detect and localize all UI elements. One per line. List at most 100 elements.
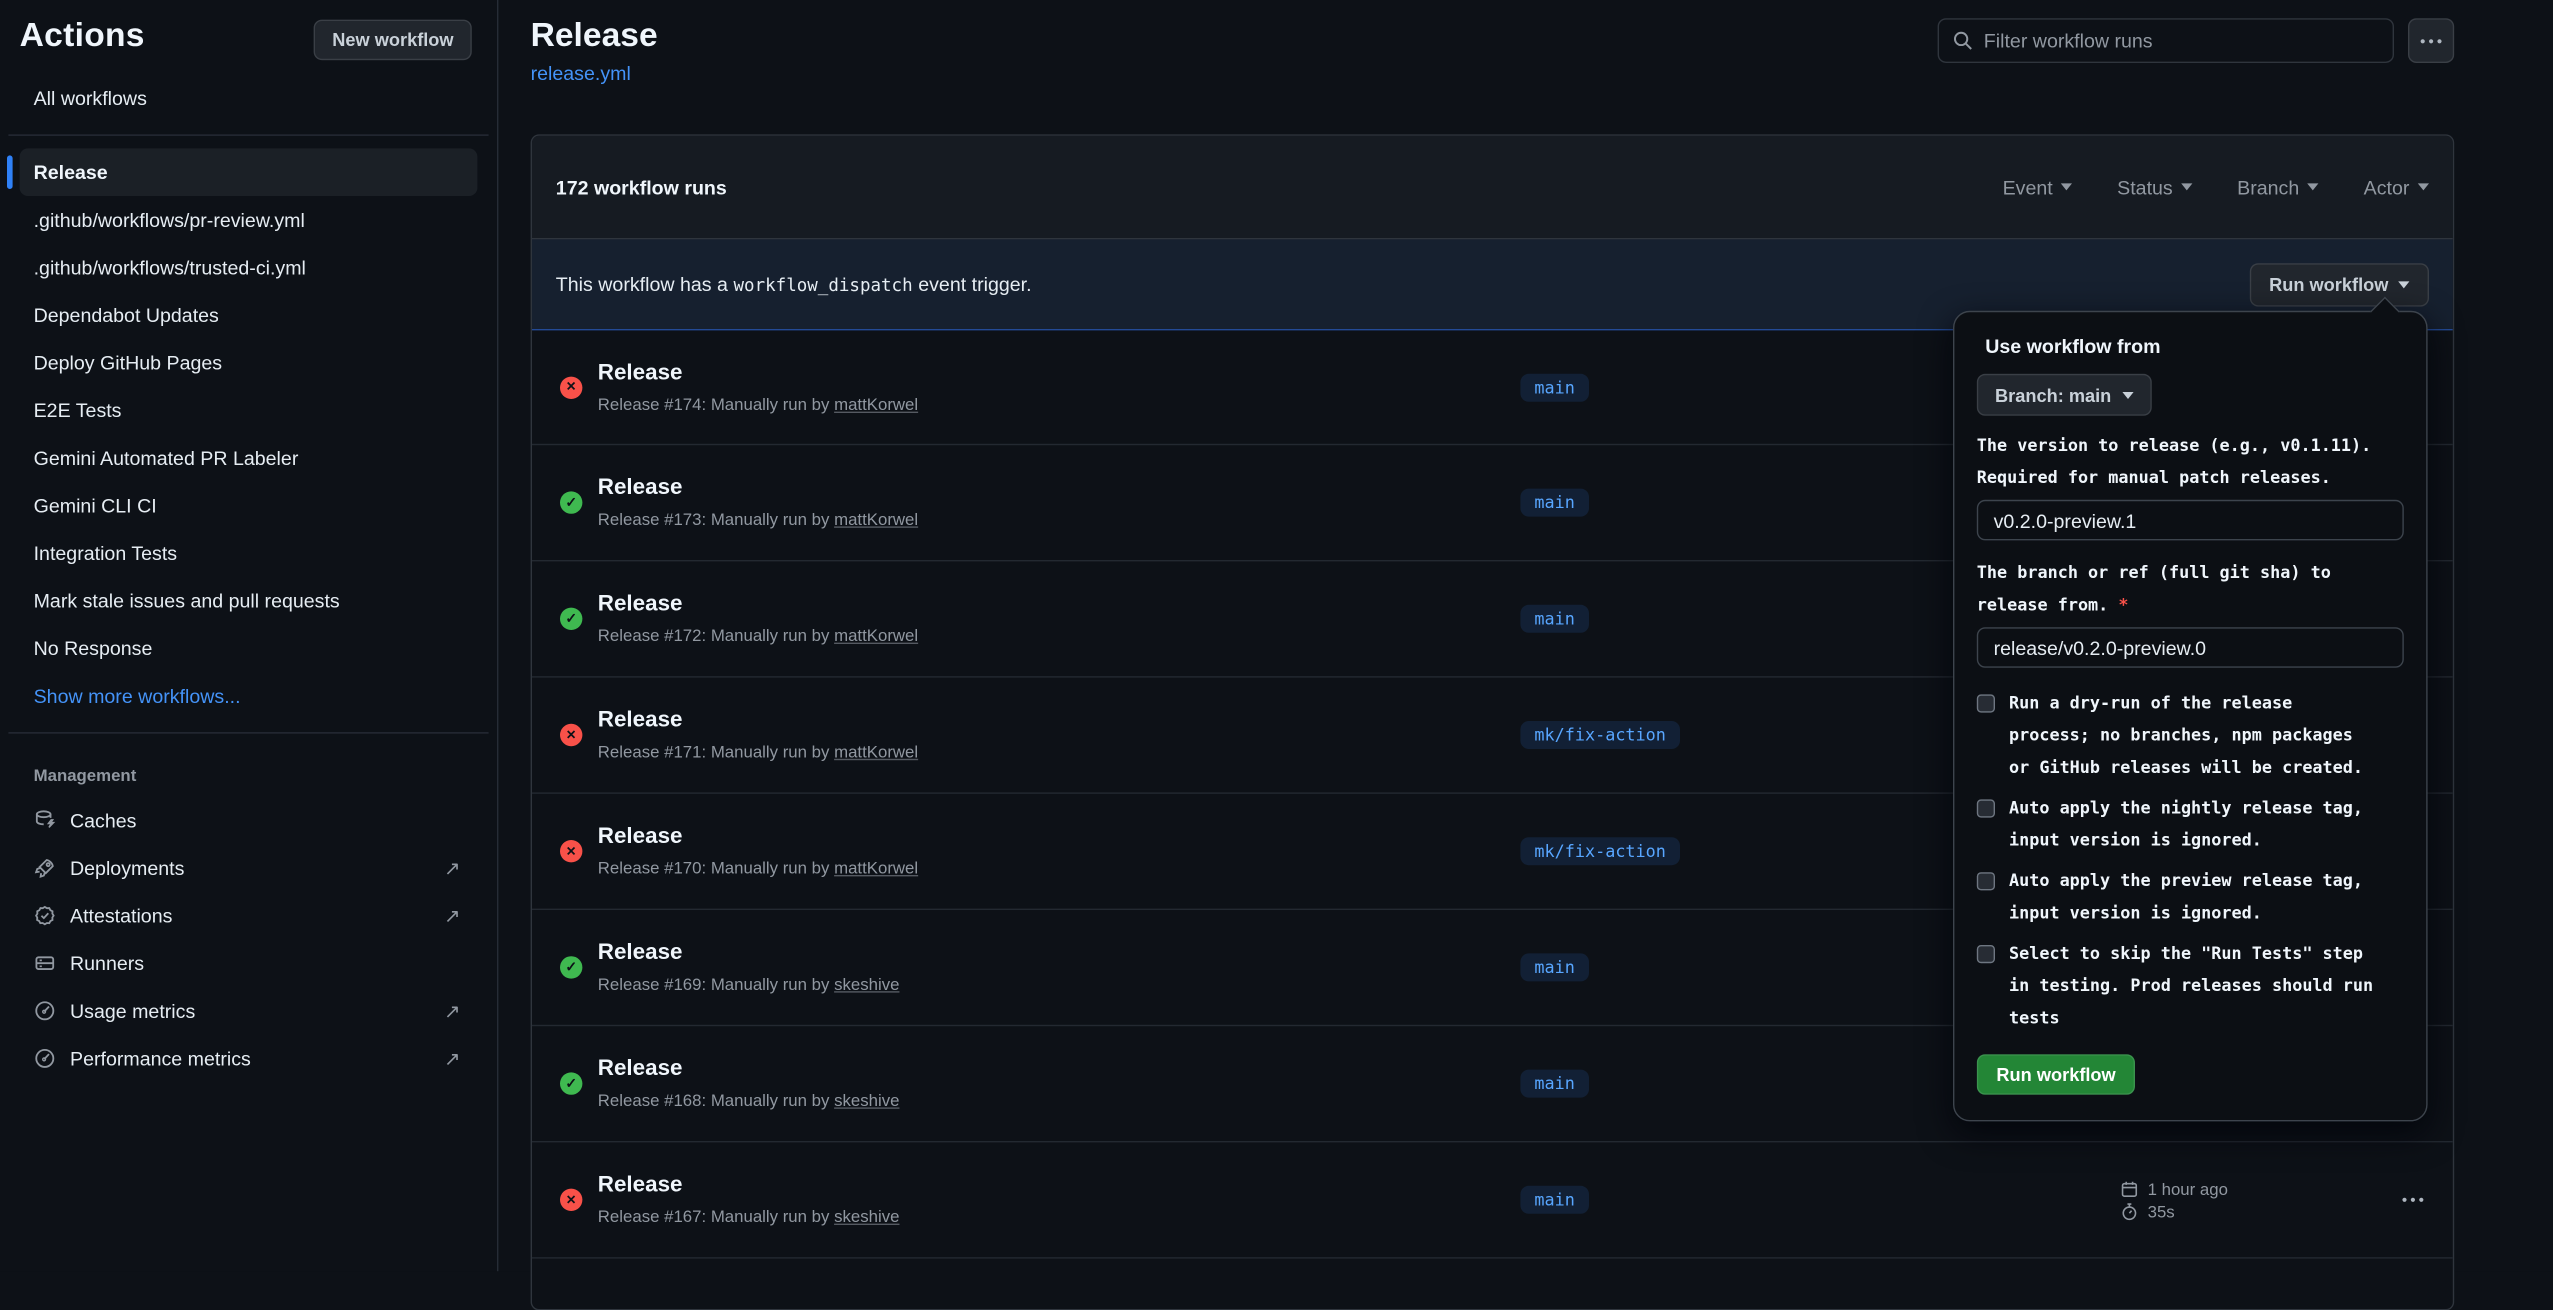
run-title-link[interactable]: Release <box>598 1173 683 1197</box>
sidebar-item-integration-tests[interactable]: Integration Tests <box>20 529 478 577</box>
actor-filter-dropdown[interactable]: Actor <box>2364 176 2429 198</box>
preview-tag-label: Auto apply the preview release tag, inpu… <box>2009 865 2363 929</box>
run-title-link[interactable]: Release <box>598 708 683 732</box>
sidebar-item-gemini-cli-ci[interactable]: Gemini CLI CI <box>20 482 478 530</box>
branch-label[interactable]: main <box>1520 605 1588 633</box>
sidebar-item-performance-metrics[interactable]: Performance metrics ↗ <box>20 1035 478 1083</box>
skip-tests-checkbox[interactable] <box>1977 945 1995 963</box>
sidebar-item-attestations[interactable]: Attestations ↗ <box>20 892 478 940</box>
chevron-down-icon <box>2181 183 2192 190</box>
branch-label[interactable]: main <box>1520 953 1588 981</box>
run-duration-label: 35s <box>2148 1201 2175 1221</box>
run-actor-link[interactable]: mattKorwel <box>834 626 918 646</box>
status-icon <box>560 840 582 862</box>
run-title-link[interactable]: Release <box>598 592 683 616</box>
run-actor-link[interactable]: skeshive <box>834 1091 899 1111</box>
run-workflow-dropdown-button[interactable]: Run workflow <box>2249 263 2429 306</box>
run-title-link[interactable]: Release <box>598 825 683 849</box>
run-actor-link[interactable]: mattKorwel <box>834 742 918 762</box>
dry-run-label: Run a dry-run of the release process; no… <box>2009 687 2363 784</box>
run-actor-link[interactable]: mattKorwel <box>834 510 918 530</box>
nightly-tag-option: Auto apply the nightly release tag, inpu… <box>1977 792 2404 856</box>
sidebar-divider <box>8 134 488 135</box>
run-actor-link[interactable]: mattKorwel <box>834 858 918 878</box>
dry-run-option: Run a dry-run of the release process; no… <box>1977 687 2404 784</box>
sidebar-item-label: Usage metrics <box>70 1000 195 1022</box>
run-title-link[interactable]: Release <box>598 1057 683 1081</box>
sidebar-item-label: Attestations <box>70 904 172 926</box>
sidebar-divider <box>8 732 488 733</box>
run-actor-link[interactable]: mattKorwel <box>834 394 918 414</box>
show-more-workflows-link[interactable]: Show more workflows... <box>20 672 478 720</box>
chevron-down-icon <box>2308 183 2319 190</box>
sidebar-item-runners[interactable]: Runners <box>20 939 478 987</box>
filter-workflow-runs-input[interactable] <box>1938 18 2394 63</box>
sidebar-item-trusted-ci[interactable]: .github/workflows/trusted-ci.yml <box>20 244 478 292</box>
run-subtitle: Release #174: Manually run by mattKorwel <box>598 394 918 414</box>
run-workflow-submit-button[interactable]: Run workflow <box>1977 1054 2136 1095</box>
sidebar-item-no-response[interactable]: No Response <box>20 624 478 672</box>
server-icon <box>34 952 56 974</box>
dry-run-checkbox[interactable] <box>1977 694 1995 712</box>
sidebar-item-mark-stale[interactable]: Mark stale issues and pull requests <box>20 577 478 625</box>
nightly-tag-checkbox[interactable] <box>1977 799 1995 817</box>
sidebar-item-deploy-github-pages[interactable]: Deploy GitHub Pages <box>20 339 478 387</box>
sidebar-item-dependabot-updates[interactable]: Dependabot Updates <box>20 291 478 339</box>
version-input-description: The version to release (e.g., v0.1.11). … <box>1977 430 2404 494</box>
ref-input[interactable] <box>1977 627 2404 668</box>
workflow-run-row: Release Release #167: Manually run by sk… <box>532 1142 2453 1258</box>
dispatch-banner-text: This workflow has aworkflow_dispatcheven… <box>556 273 1032 295</box>
branch-filter-dropdown[interactable]: Branch <box>2237 176 2319 198</box>
branch-label[interactable]: main <box>1520 373 1588 401</box>
status-icon <box>560 608 582 630</box>
run-title-link[interactable]: Release <box>598 361 683 385</box>
run-actor-link[interactable]: skeshive <box>834 974 899 994</box>
verified-badge-icon <box>34 904 56 926</box>
nightly-tag-label: Auto apply the nightly release tag, inpu… <box>2009 792 2363 856</box>
branch-selector-button[interactable]: Branch: main <box>1977 374 2152 416</box>
sidebar-item-caches[interactable]: Caches <box>20 797 478 845</box>
branch-label[interactable]: main <box>1520 1186 1588 1214</box>
search-icon <box>1952 29 1974 51</box>
branch-label[interactable]: mk/fix-action <box>1520 721 1679 749</box>
sidebar-item-all-workflows[interactable]: All workflows <box>20 74 478 122</box>
workflow-dispatch-code: workflow_dispatch <box>728 274 918 295</box>
status-icon <box>560 376 582 398</box>
run-options-kebab-button[interactable] <box>2400 1189 2427 1210</box>
sidebar-item-pr-review[interactable]: .github/workflows/pr-review.yml <box>20 196 478 244</box>
workflow-options-kebab-button[interactable] <box>2408 18 2454 63</box>
sidebar-item-e2e-tests[interactable]: E2E Tests <box>20 386 478 434</box>
run-subtitle: Release #169: Manually run by skeshive <box>598 974 900 994</box>
skip-tests-option: Select to skip the "Run Tests" step in t… <box>1977 938 2404 1035</box>
chevron-down-icon <box>2123 391 2134 398</box>
actions-page: Actions New workflow All workflows Relea… <box>0 0 2553 1271</box>
status-icon <box>560 956 582 978</box>
external-link-icon: ↗ <box>444 1047 460 1071</box>
cache-icon <box>34 809 56 831</box>
run-subtitle: Release #168: Manually run by skeshive <box>598 1091 900 1111</box>
preview-tag-checkbox[interactable] <box>1977 872 1995 890</box>
branch-label[interactable]: main <box>1520 1070 1588 1098</box>
runs-count-label: 172 workflow runs <box>556 176 727 198</box>
run-actor-link[interactable]: skeshive <box>834 1207 899 1227</box>
version-input[interactable] <box>1977 500 2404 541</box>
popup-heading: Use workflow from <box>1977 335 2404 357</box>
branch-label[interactable]: mk/fix-action <box>1520 837 1679 865</box>
skip-tests-label: Select to skip the "Run Tests" step in t… <box>2009 938 2373 1035</box>
management-heading: Management <box>20 766 478 786</box>
sidebar-item-gemini-pr-labeler[interactable]: Gemini Automated PR Labeler <box>20 434 478 482</box>
status-icon <box>560 1072 582 1094</box>
run-title-link[interactable]: Release <box>598 941 683 965</box>
chevron-down-icon <box>2061 183 2072 190</box>
sidebar-item-deployments[interactable]: Deployments ↗ <box>20 844 478 892</box>
status-filter-dropdown[interactable]: Status <box>2117 176 2192 198</box>
workflow-file-link[interactable]: release.yml <box>531 62 631 84</box>
sidebar-item-release[interactable]: Release <box>20 148 478 196</box>
sidebar-title: Actions <box>20 17 145 56</box>
new-workflow-button[interactable]: New workflow <box>314 20 472 61</box>
event-filter-dropdown[interactable]: Event <box>2003 176 2073 198</box>
branch-label[interactable]: main <box>1520 489 1588 517</box>
preview-tag-option: Auto apply the preview release tag, inpu… <box>1977 865 2404 929</box>
sidebar-item-usage-metrics[interactable]: Usage metrics ↗ <box>20 987 478 1035</box>
run-title-link[interactable]: Release <box>598 476 683 500</box>
